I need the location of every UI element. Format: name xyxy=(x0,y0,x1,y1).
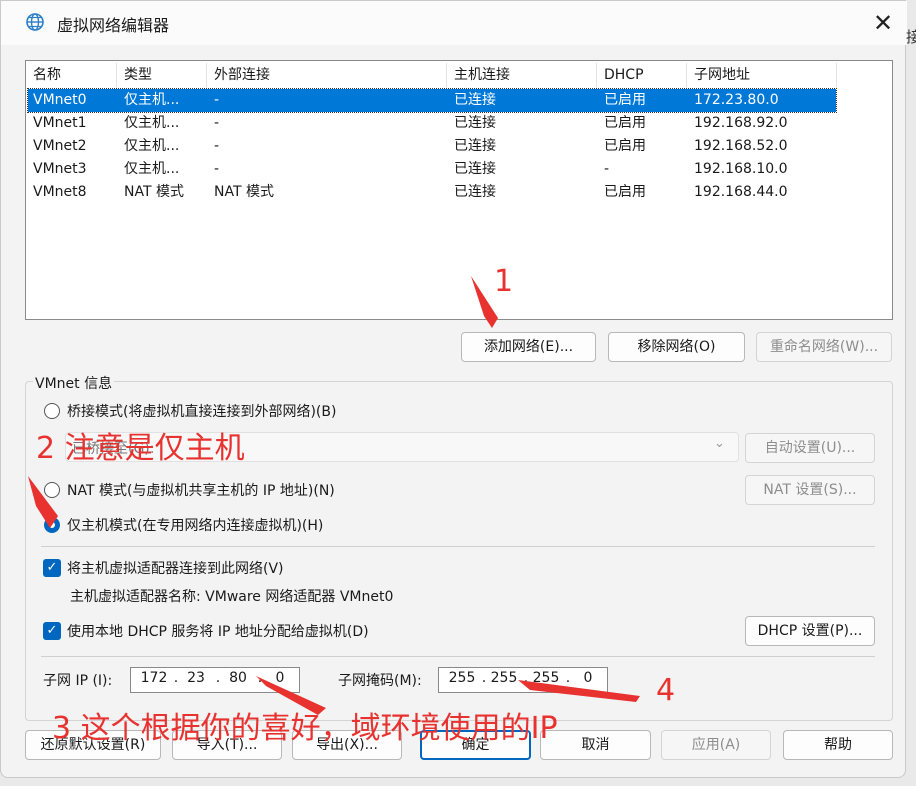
annotation-arrows xyxy=(28,276,640,715)
arrow-2 xyxy=(28,476,58,528)
annotation-3: 3 这个根据你的喜好，域环境使用的IP xyxy=(52,711,558,746)
arrow-4 xyxy=(518,680,640,702)
annotation-2: 2 注意是仅主机 xyxy=(36,431,245,466)
annotation-4: 4 xyxy=(656,673,676,708)
annotation-1: 1 xyxy=(494,264,514,299)
